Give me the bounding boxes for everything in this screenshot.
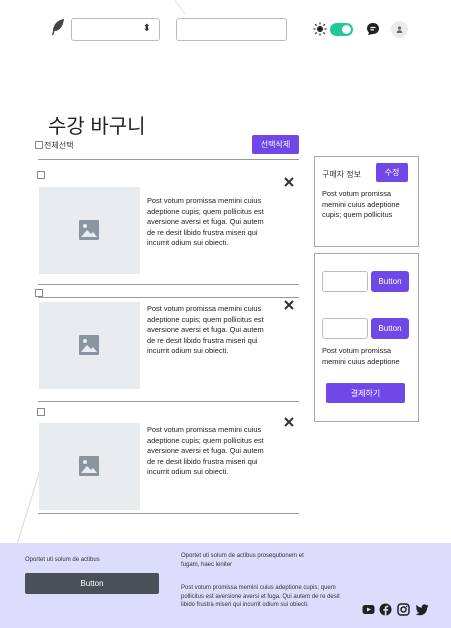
footer-button[interactable]: Button xyxy=(25,573,159,594)
category-select[interactable]: ⬍ xyxy=(71,18,160,41)
image-placeholder-icon xyxy=(79,456,99,476)
remove-item-icon[interactable] xyxy=(284,177,294,187)
item-thumbnail xyxy=(39,423,140,510)
youtube-icon[interactable] xyxy=(362,603,375,616)
divider xyxy=(38,297,299,298)
edit-buyer-button[interactable]: 수정 xyxy=(376,163,408,182)
feather-icon[interactable] xyxy=(50,18,66,36)
item-description: Post votum promissa memini cuius adeptio… xyxy=(147,196,264,247)
twitter-icon[interactable] xyxy=(416,603,429,616)
sun-icon xyxy=(313,22,327,36)
item-checkbox[interactable] xyxy=(37,171,45,179)
remove-item-icon[interactable] xyxy=(284,300,294,310)
user-icon xyxy=(396,26,403,33)
instagram-icon[interactable] xyxy=(397,603,410,616)
buyer-info-label: 구매자 정보 xyxy=(322,170,362,179)
payment-input-1[interactable] xyxy=(322,271,368,292)
item-description: Post votum promissa memini cuius adeptio… xyxy=(147,304,264,355)
payment-button-1[interactable]: Button xyxy=(371,271,409,292)
user-avatar[interactable] xyxy=(391,21,408,38)
footer-mid-title: Oportet uti solum de actibus proseqution… xyxy=(181,553,304,568)
item-description: Post votum promissa memini cuius adeptio… xyxy=(147,425,264,476)
divider xyxy=(38,284,299,285)
toggle-knob xyxy=(342,25,351,34)
footer-left-text: Oportet uti solum de actibus xyxy=(25,557,100,563)
footer-mid-body: Post votum promissa memini cuius adeptio… xyxy=(181,585,340,609)
image-placeholder-icon xyxy=(79,335,99,355)
select-all-label: 전체선택 xyxy=(44,141,74,150)
chat-bubble-icon[interactable] xyxy=(366,22,380,36)
buyer-info-text: Post votum promissa memini cuius adeptio… xyxy=(322,189,400,219)
payment-button-2[interactable]: Button xyxy=(371,318,409,339)
search-input[interactable] xyxy=(176,18,287,41)
remove-item-icon[interactable] xyxy=(284,417,294,427)
item-checkbox[interactable] xyxy=(37,408,45,416)
facebook-icon[interactable] xyxy=(379,603,392,616)
select-all-checkbox[interactable] xyxy=(35,141,43,149)
image-placeholder-icon xyxy=(79,220,99,240)
divider xyxy=(38,513,299,514)
payment-text: Post votum promissa memini cuius adeptio… xyxy=(322,346,400,366)
item-thumbnail xyxy=(39,187,140,274)
page-title: 수강 바구니 xyxy=(48,116,146,138)
item-checkbox[interactable] xyxy=(35,289,43,297)
payment-input-2[interactable] xyxy=(322,318,368,339)
checkout-button[interactable]: 결제하기 xyxy=(326,383,405,403)
theme-toggle[interactable] xyxy=(330,23,353,36)
select-arrows-icon: ⬍ xyxy=(142,23,151,34)
divider xyxy=(38,401,299,402)
delete-selected-button[interactable]: 선택삭제 xyxy=(252,135,299,154)
divider xyxy=(38,159,299,160)
item-thumbnail xyxy=(39,302,140,389)
